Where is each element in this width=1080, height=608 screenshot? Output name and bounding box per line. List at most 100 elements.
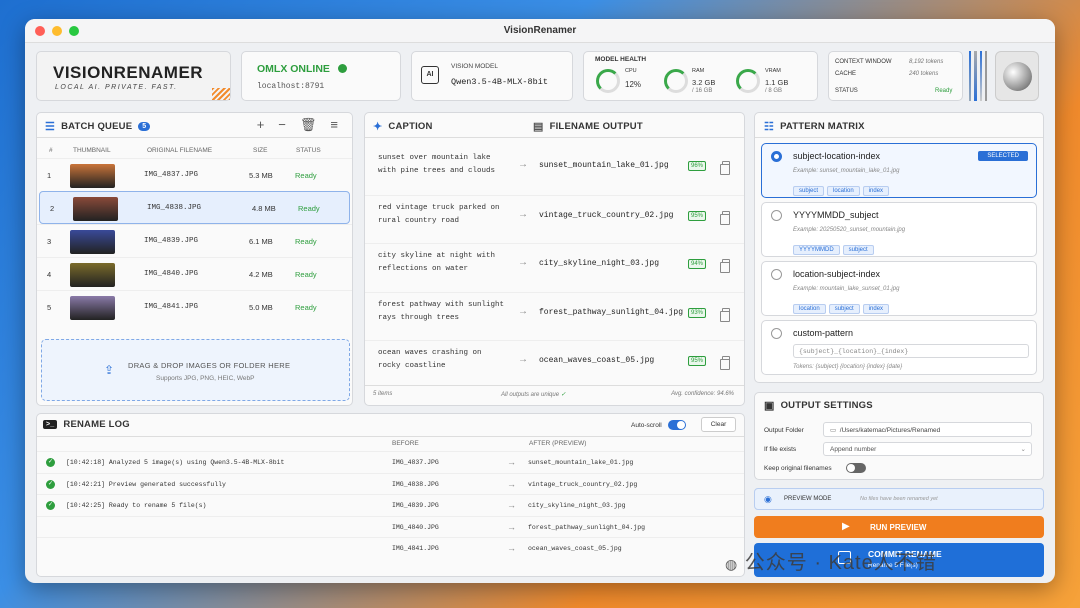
batch-queue-panel: ☰ BATCH QUEUE 5 + − 🗑 ≡ # THUMBNAIL ORIGINA…: [36, 112, 353, 406]
queue-toolbar: + − 🗑 ≡: [257, 117, 338, 133]
drop-zone-subtitle: Supports JPG, PNG, HEIC, WebP: [156, 375, 255, 382]
pattern-option[interactable]: location-subject-index Example: mountain_…: [761, 261, 1037, 316]
preview-note: No files have been renamed yet: [860, 496, 938, 502]
log-before: IMG_4841.JPG: [392, 545, 439, 552]
arrow-right-icon: →: [507, 543, 516, 553]
output-folder-field[interactable]: ▭ /Users/katemac/Pictures/Renamed: [823, 422, 1032, 437]
arrow-right-icon: →: [507, 500, 516, 510]
token-pill: index: [862, 186, 890, 196]
cpu-label: CPU: [625, 68, 637, 74]
thumbnail-image: [70, 263, 115, 287]
close-window-button[interactable]: [35, 26, 45, 36]
token-pill: location: [827, 186, 860, 196]
drop-zone[interactable]: ⇪ DRAG & DROP IMAGES OR FOLDER HERE Supp…: [41, 339, 350, 401]
add-icon[interactable]: +: [257, 117, 265, 133]
row-filename: IMG_4839.JPG: [144, 237, 199, 245]
output-filename[interactable]: city_skyline_night_03.jpg: [539, 259, 659, 268]
pattern-option[interactable]: YYYYMMDD_subject Example: 20250520_sunset…: [761, 202, 1037, 257]
preview-mode-bar: ◉ PREVIEW MODE No files have been rename…: [754, 488, 1044, 510]
pattern-radio[interactable]: [771, 151, 782, 162]
menu-icon[interactable]: ≡: [330, 117, 338, 133]
caption-row: city skyline at night with reflections on…: [365, 243, 744, 291]
token-pills: location subject index: [793, 297, 892, 315]
model-label: VISION MODEL: [451, 63, 498, 70]
queue-count-badge: 5: [138, 122, 151, 131]
remove-icon[interactable]: −: [278, 117, 286, 133]
clear-button[interactable]: Clear: [701, 417, 736, 432]
pattern-example: Example: 20250520_sunset_mountain.jpg: [793, 227, 906, 233]
rename-log-header: >_ RENAME LOG: [43, 419, 130, 430]
caption-line-1: ocean waves crashing on: [378, 349, 482, 357]
keep-original-toggle[interactable]: [846, 463, 866, 473]
pattern-radio[interactable]: [771, 328, 782, 339]
keep-original-label: Keep original filenames: [764, 465, 832, 472]
autoscroll-toggle[interactable]: [668, 420, 686, 430]
vram-total: / 8 GB: [765, 88, 783, 94]
col-thumbnail: THUMBNAIL: [73, 147, 111, 154]
chevron-down-icon: ⌄: [1020, 446, 1026, 453]
row-status: Ready: [295, 303, 317, 312]
rename-log-title: RENAME LOG: [63, 419, 130, 430]
output-filename[interactable]: ocean_waves_coast_05.jpg: [539, 356, 654, 365]
app-window: VisionRenamer VISIONRENAMER LOCAL AI. PR…: [25, 19, 1055, 583]
check-circle-icon: ✓: [46, 458, 55, 467]
zoom-window-button[interactable]: [69, 26, 79, 36]
check-circle-icon: ✓: [46, 479, 55, 489]
pattern-matrix-header: ☷ PATTERN MATRIX: [764, 120, 865, 133]
pattern-radio[interactable]: [771, 210, 782, 221]
table-row[interactable]: 4 IMG_4840.JPG 4.2 MB Ready: [37, 257, 352, 290]
output-filename[interactable]: forest_pathway_sunlight_04.jpg: [539, 308, 683, 317]
health-label: MODEL HEALTH: [595, 56, 647, 63]
pattern-radio[interactable]: [771, 269, 782, 280]
log-col-after: AFTER (PREVIEW): [529, 440, 587, 447]
watermark: ◍ 公众号 · Kate人不错: [725, 552, 937, 574]
knob-icon: [1003, 62, 1032, 91]
log-row: ✓ [10:42:18] Analyzed 5 image(s) using Qw…: [37, 451, 744, 472]
online-indicator-icon: [338, 64, 347, 73]
table-row[interactable]: 5 IMG_4841.JPG 5.0 MB Ready: [37, 290, 352, 323]
copy-icon[interactable]: [720, 210, 730, 225]
filename-output-header: ▤ FILENAME OUTPUT: [533, 120, 643, 133]
confidence-badge: 94%: [687, 259, 706, 269]
model-name[interactable]: Qwen3.5-4B-MLX-8bit: [451, 77, 548, 87]
log-before: IMG_4839.JPG: [392, 502, 439, 509]
caption-row: sunset over mountain lake with pine trees…: [365, 146, 744, 194]
row-number: 2: [50, 204, 55, 213]
row-size: 4.8 MB: [252, 204, 276, 213]
file-exists-select[interactable]: Append number ⌄: [823, 442, 1032, 456]
row-number: 5: [47, 303, 52, 312]
thumbnail-image: [70, 296, 115, 320]
copy-icon[interactable]: [720, 307, 730, 322]
ram-total: / 16 GB: [692, 88, 713, 94]
table-row[interactable]: 2 IMG_4838.JPG 4.8 MB Ready: [39, 191, 350, 224]
arrow-right-icon: →: [518, 354, 528, 365]
play-icon: ▶: [842, 521, 850, 532]
run-preview-button[interactable]: ▶ RUN PREVIEW: [754, 516, 1044, 538]
table-row[interactable]: 1 IMG_4837.JPG 5.3 MB Ready: [37, 158, 352, 191]
pattern-option[interactable]: subject-location-index Example: sunset_mo…: [761, 143, 1037, 198]
thumbnail-image: [73, 197, 118, 221]
log-row: IMG_4841.JPG → ocean_waves_coast_05.jpg: [37, 537, 744, 558]
sparkle-icon: ✦: [373, 121, 383, 133]
pattern-name: subject-location-index: [793, 151, 881, 161]
vram-value: 1.1 GB: [765, 78, 789, 87]
autoscroll-label: Auto-scroll: [631, 422, 662, 429]
trash-icon[interactable]: 🗑: [300, 117, 317, 133]
copy-icon[interactable]: [720, 356, 730, 370]
minimize-window-button[interactable]: [52, 26, 62, 36]
arrow-right-icon: →: [518, 257, 528, 268]
log-message: [10:42:21] Preview generated successfull…: [66, 480, 226, 488]
token-pill: index: [862, 304, 890, 314]
copy-icon[interactable]: [720, 161, 730, 175]
output-filename[interactable]: sunset_mountain_lake_01.jpg: [539, 161, 669, 170]
volume-knob[interactable]: [995, 51, 1039, 101]
row-number: 4: [47, 270, 52, 279]
vram-label: VRAM: [765, 68, 781, 74]
copy-icon[interactable]: [720, 259, 730, 273]
output-filename[interactable]: vintage_truck_country_02.jpg: [539, 211, 673, 220]
log-row: IMG_4840.JPG → forest_pathway_sunlight_04.…: [37, 515, 744, 537]
log-after: vintage_truck_country_02.jpg: [528, 480, 638, 488]
pattern-custom[interactable]: custom-pattern {subject}_{location}_{ind…: [761, 320, 1037, 375]
custom-pattern-input[interactable]: {subject}_{location}_{index}: [793, 344, 1029, 358]
table-row[interactable]: 3 IMG_4839.JPG 6.1 MB Ready: [37, 224, 352, 257]
